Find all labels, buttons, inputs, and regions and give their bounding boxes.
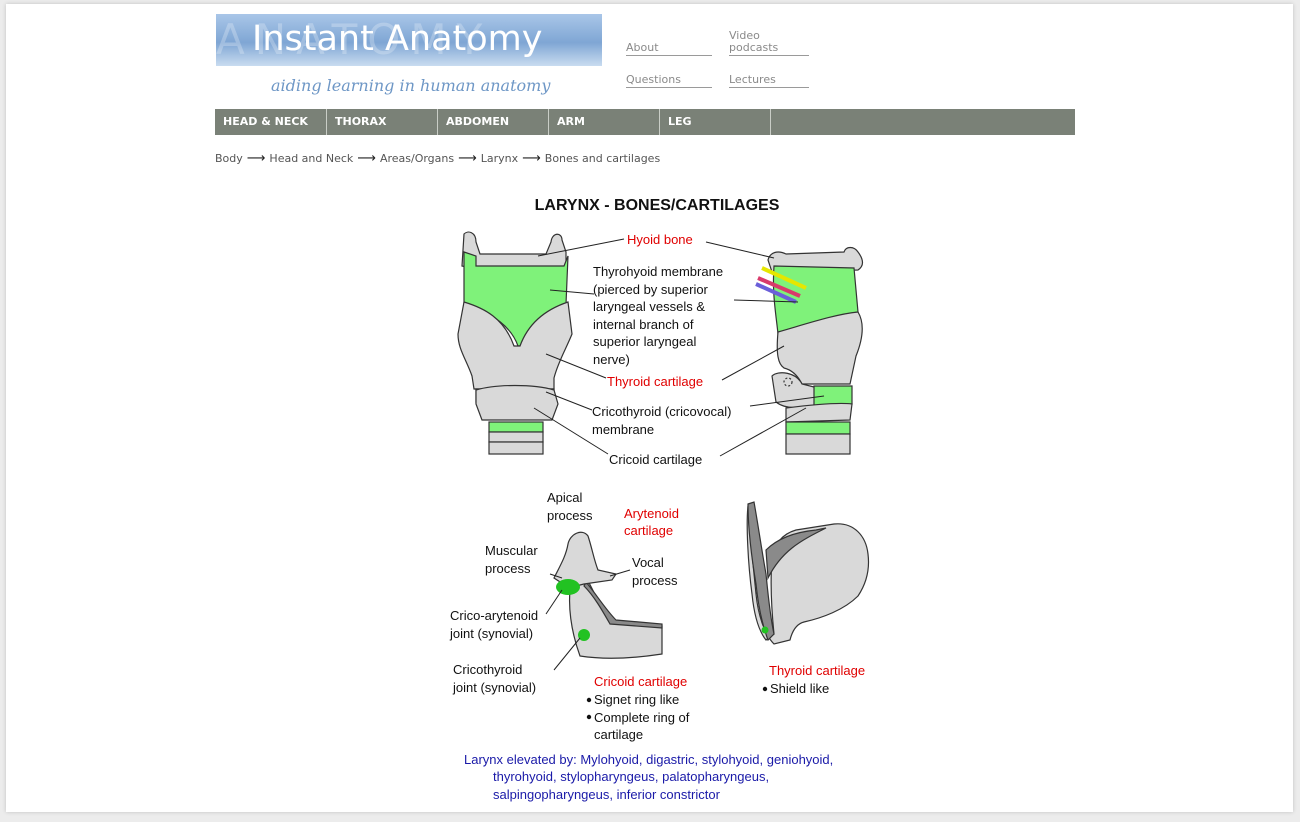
larynx-elevated-note: Larynx elevated by: Mylohyoid, digastric… xyxy=(464,752,837,802)
label-line: superior laryngeal xyxy=(593,334,696,349)
label-line: laryngeal vessels & xyxy=(593,299,705,314)
thyroid-point: Shield like xyxy=(770,681,829,696)
label-line: nerve) xyxy=(593,352,630,367)
label-line: joint (synovial) xyxy=(449,626,533,641)
label-line: Complete ring of xyxy=(594,710,690,725)
label-line: Apical xyxy=(547,490,583,505)
label-cricoid-title: Cricoid cartilage xyxy=(594,674,687,689)
leader-line xyxy=(705,241,775,259)
label-thyrohyoid: Thyrohyoid membrane (pierced by superior… xyxy=(593,264,727,367)
label-line: Muscular xyxy=(485,543,538,558)
label-vocal: Vocal process xyxy=(632,555,678,588)
crico-arytenoid-joint-dot xyxy=(556,579,580,595)
bullet-icon xyxy=(586,697,592,703)
tracheal-ring xyxy=(488,421,544,433)
label-line: Cricothyroid xyxy=(453,662,522,677)
tracheal-ring xyxy=(488,431,544,443)
tracheal-ring-lateral xyxy=(785,433,851,455)
label-line: process xyxy=(547,508,593,523)
bullet-icon xyxy=(762,686,768,692)
note-line: salpingopharyngeus, inferior constrictor xyxy=(493,787,721,802)
label-thyroid: Thyroid cartilage xyxy=(607,374,703,389)
tracheal-ring xyxy=(488,441,544,455)
note-line: thyrohyoid, stylopharyngeus, palatophary… xyxy=(493,769,769,784)
tracheal-ring-lateral xyxy=(785,421,851,435)
leader-line xyxy=(545,589,563,615)
label-line: Crico-arytenoid xyxy=(450,608,538,623)
label-line: joint (synovial) xyxy=(452,680,536,695)
label-line: process xyxy=(632,573,678,588)
cricoid-arch-lateral xyxy=(785,402,853,423)
label-line: membrane xyxy=(592,422,654,437)
arytenoid-shape xyxy=(553,531,617,587)
larynx-lateral-view xyxy=(755,246,864,455)
label-muscular: Muscular process xyxy=(485,543,541,576)
label-thyroid-title: Thyroid cartilage xyxy=(769,663,865,678)
page-frame: ANATOMY Instant Anatomy aiding learning … xyxy=(6,4,1293,812)
cricoid-point: Signet ring like xyxy=(594,692,679,707)
label-line: cartilage xyxy=(594,727,643,742)
hyoid-bone-shape xyxy=(461,231,567,270)
larynx-figure: LARYNX - BONES/CARTILAGES Hyoid bone Thy… xyxy=(449,197,870,802)
label-cricothyroid-joint: Cricothyroid joint (synovial) xyxy=(452,662,536,695)
arytenoid-cricoid-view xyxy=(553,531,663,659)
cricothyroid-facet-dot xyxy=(761,626,769,634)
label-line: Arytenoid xyxy=(624,506,679,521)
label-line: Vocal xyxy=(632,555,664,570)
cricoid-lamina-shape xyxy=(569,577,663,659)
label-apical: Apical process xyxy=(547,490,593,523)
label-line: (pierced by superior xyxy=(593,282,709,297)
label-line: Thyrohyoid membrane xyxy=(593,264,723,279)
thyroid-detail-view xyxy=(746,501,870,645)
label-line: Cricothyroid (cricovocal) xyxy=(592,404,731,419)
leader-line xyxy=(553,637,581,671)
label-line: cartilage xyxy=(624,523,673,538)
label-line: internal branch of xyxy=(593,317,694,332)
cricoid-point: Complete ring of cartilage xyxy=(594,710,693,742)
label-crico-arytenoid: Crico-arytenoid joint (synovial) xyxy=(449,608,542,641)
label-cricoid: Cricoid cartilage xyxy=(609,452,702,467)
label-line: process xyxy=(485,561,531,576)
label-hyoid: Hyoid bone xyxy=(627,232,693,247)
label-arytenoid: Arytenoid cartilage xyxy=(624,506,683,538)
bullet-icon xyxy=(586,714,592,720)
label-cricothyroid-membrane: Cricothyroid (cricovocal) membrane xyxy=(592,404,735,437)
figure-title: LARYNX - BONES/CARTILAGES xyxy=(535,197,780,214)
cricothyroid-joint-dot xyxy=(578,629,590,641)
note-line: Larynx elevated by: Mylohyoid, digastric… xyxy=(464,752,833,767)
